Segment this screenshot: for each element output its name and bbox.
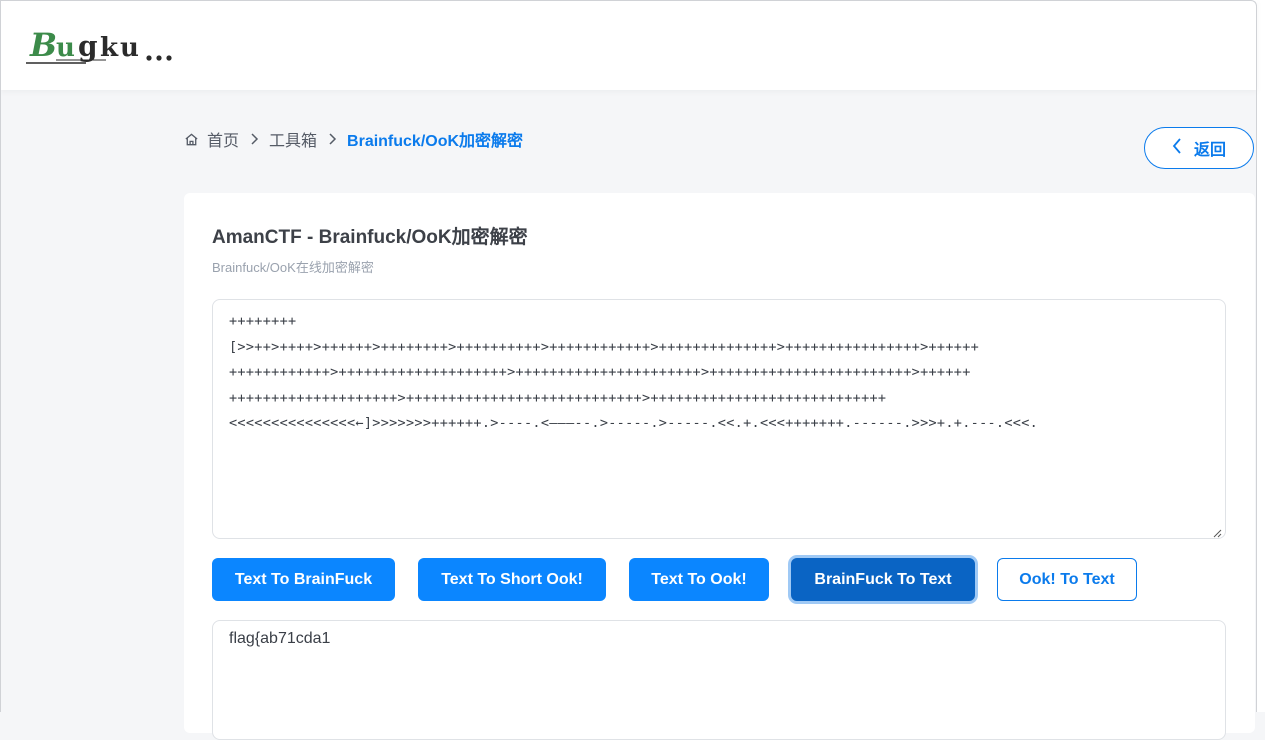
text-to-short-ook-button[interactable]: Text To Short Ook! <box>418 558 606 601</box>
code-line: ++++++++++++>++++++++++++++++++++>++++++… <box>229 364 971 380</box>
brainfuck-to-text-button[interactable]: BrainFuck To Text <box>791 558 975 601</box>
chevron-right-icon <box>327 133 337 145</box>
svg-text:u: u <box>120 33 139 63</box>
code-line: ++++++++++++++++++++>+++++++++++++++++++… <box>229 389 887 406</box>
top-header: B u g k u <box>0 0 1257 90</box>
chevron-right-icon <box>249 133 259 145</box>
chevron-left-icon <box>1172 137 1182 159</box>
card-title: AmanCTF - Brainfuck/OoK加密解密 <box>212 227 528 248</box>
scrollbar-track[interactable] <box>1257 0 1265 712</box>
svg-text:k: k <box>100 33 119 63</box>
breadcrumb-current: Brainfuck/OoK加密解密 <box>347 133 524 150</box>
text-to-brainfuck-button[interactable]: Text To BrainFuck <box>212 558 395 601</box>
code-line: ++++++++ <box>229 313 297 329</box>
tool-card: AmanCTF - Brainfuck/OoK加密解密 Brainfuck/Oo… <box>184 193 1255 740</box>
resize-handle-icon[interactable] <box>1212 525 1222 538</box>
code-line: [>>++>++++>++++++>++++++++>++++++++++>++… <box>229 338 980 355</box>
code-input[interactable]: ++++++++ [>>++>++++>++++++>++++++++>++++… <box>212 299 1226 539</box>
result-output[interactable]: flag{ab71cda1 <box>212 620 1226 740</box>
bugku-logo[interactable]: B u g k u <box>26 22 176 68</box>
breadcrumb-home[interactable]: 首页 <box>207 127 239 151</box>
code-line: <<<<<<<<<<<<<<<←]>>>>>>>++++++.>----.<——… <box>229 415 1039 431</box>
svg-text:g: g <box>78 30 98 63</box>
svg-text:u: u <box>56 33 75 63</box>
breadcrumb-toolbox[interactable]: 工具箱 <box>269 127 317 151</box>
text-to-ook-button[interactable]: Text To Ook! <box>629 558 769 601</box>
svg-text:B: B <box>29 26 57 64</box>
card-subtitle: Brainfuck/OoK在线加密解密 <box>212 260 374 275</box>
home-icon[interactable] <box>184 132 199 147</box>
back-button-label: 返回 <box>1193 142 1226 159</box>
back-button[interactable]: 返回 <box>1144 127 1254 169</box>
ook-to-text-button[interactable]: Ook! To Text <box>997 558 1137 601</box>
breadcrumb: 首页 工具箱 Brainfuck/OoK加密解密 <box>184 128 523 150</box>
